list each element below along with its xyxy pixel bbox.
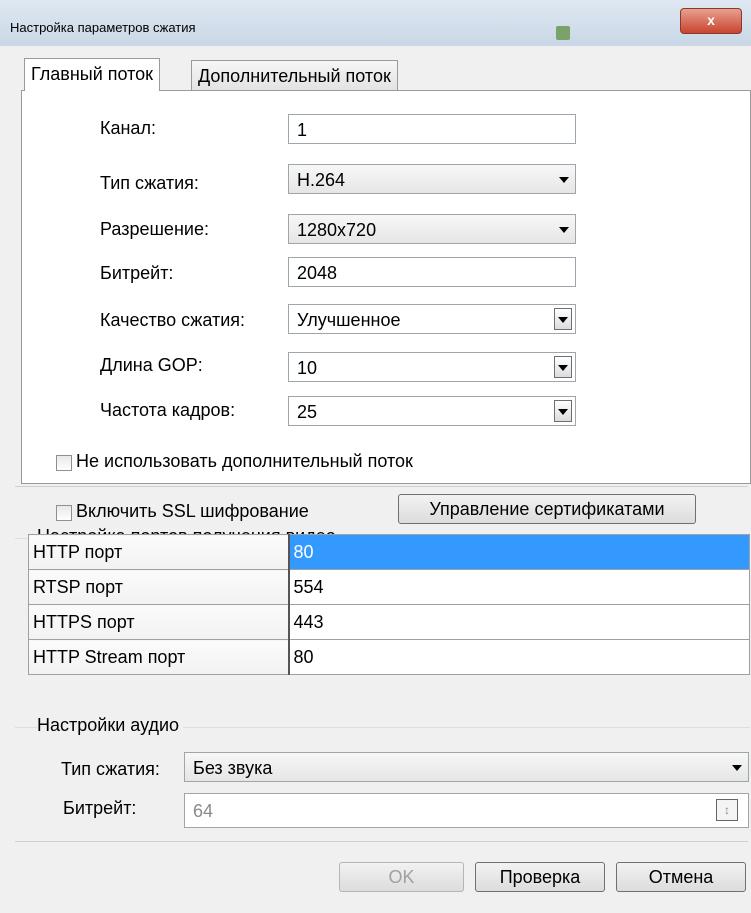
port-value-cell[interactable]: 554 bbox=[288, 569, 750, 605]
audio-compression-select[interactable]: Без звука bbox=[184, 752, 749, 782]
table-row: HTTP Stream порт 80 bbox=[28, 639, 750, 675]
port-name: HTTP порт bbox=[28, 534, 290, 570]
close-button[interactable]: x bbox=[680, 8, 742, 34]
manage-certificates-button[interactable]: Управление сертификатами bbox=[398, 494, 696, 524]
tab-sub-stream[interactable]: Дополнительный поток bbox=[191, 60, 398, 91]
quality-label: Качество сжатия: bbox=[100, 310, 246, 330]
audio-compression-value: Без звука bbox=[193, 758, 273, 778]
tab-main-stream[interactable]: Главный поток bbox=[24, 58, 161, 91]
channel-label: Канал: bbox=[100, 118, 156, 138]
chevron-down-icon bbox=[559, 177, 569, 183]
gop-value: 10 bbox=[297, 358, 318, 378]
dropdown-button[interactable] bbox=[554, 356, 572, 378]
gop-label: Длина GOP: bbox=[100, 355, 203, 375]
bitrate-input[interactable]: 2048 bbox=[288, 257, 576, 287]
table-row: RTSP порт 554 bbox=[28, 569, 750, 605]
audio-bitrate-label: Битрейт: bbox=[63, 798, 137, 818]
port-name: HTTPS порт bbox=[28, 604, 290, 640]
divider bbox=[15, 486, 748, 487]
app-icon bbox=[556, 26, 570, 40]
dialog-body: Главный поток Дополнительный поток Канал… bbox=[0, 46, 751, 913]
resolution-select[interactable]: 1280x720 bbox=[288, 214, 576, 244]
window-title: Настройка параметров сжатия bbox=[10, 20, 196, 35]
audio-bitrate-input[interactable]: 64 ↕ bbox=[184, 793, 749, 828]
framerate-label: Частота кадров: bbox=[100, 400, 236, 420]
port-name: RTSP порт bbox=[28, 569, 290, 605]
chevron-down-icon bbox=[732, 765, 742, 771]
title-bar: Настройка параметров сжатия x bbox=[0, 0, 751, 47]
compression-type-label: Тип сжатия: bbox=[100, 173, 199, 193]
compression-type-value: H.264 bbox=[297, 170, 346, 190]
ssl-checkbox[interactable] bbox=[56, 505, 72, 521]
audio-group-title: Настройки аудио bbox=[37, 715, 184, 736]
chevron-down-icon bbox=[558, 365, 568, 371]
bitrate-label: Битрейт: bbox=[100, 263, 174, 283]
chevron-down-icon bbox=[558, 317, 568, 323]
framerate-value: 25 bbox=[297, 402, 318, 422]
no-sub-stream-label: Не использовать дополнительный поток bbox=[76, 451, 413, 471]
table-row: HTTP порт 80 bbox=[28, 534, 750, 570]
audio-compression-label: Тип сжатия: bbox=[61, 759, 160, 779]
test-button[interactable]: Проверка bbox=[475, 862, 605, 892]
port-name: HTTP Stream порт bbox=[28, 639, 290, 675]
quality-select[interactable]: Улучшенное bbox=[288, 304, 576, 334]
port-value-cell[interactable]: 80 bbox=[288, 534, 750, 570]
dropdown-button[interactable] bbox=[554, 308, 572, 330]
gop-select[interactable]: 10 bbox=[288, 352, 576, 382]
dropdown-button[interactable] bbox=[554, 400, 572, 422]
divider bbox=[15, 841, 748, 842]
table-row: HTTPS порт 443 bbox=[28, 604, 750, 640]
no-sub-stream-checkbox[interactable] bbox=[56, 455, 72, 471]
ports-table: HTTP порт 80 RTSP порт 554 HTTPS порт 44… bbox=[28, 534, 750, 675]
resolution-value: 1280x720 bbox=[297, 220, 377, 240]
port-value-cell[interactable]: 80 bbox=[288, 639, 750, 675]
resolution-label: Разрешение: bbox=[100, 219, 209, 239]
audio-bitrate-value: 64 bbox=[193, 801, 214, 821]
quality-value: Улучшенное bbox=[297, 310, 401, 330]
chevron-down-icon bbox=[558, 409, 568, 415]
spin-arrows-icon[interactable]: ↕ bbox=[716, 799, 738, 821]
cancel-button[interactable]: Отмена bbox=[616, 862, 746, 892]
framerate-select[interactable]: 25 bbox=[288, 396, 576, 426]
chevron-down-icon bbox=[559, 227, 569, 233]
ok-button[interactable]: OK bbox=[339, 862, 464, 892]
channel-input[interactable]: 1 bbox=[288, 114, 576, 144]
port-value-cell[interactable]: 443 bbox=[288, 604, 750, 640]
ssl-label: Включить SSL шифрование bbox=[76, 501, 309, 521]
compression-type-select[interactable]: H.264 bbox=[288, 164, 576, 194]
